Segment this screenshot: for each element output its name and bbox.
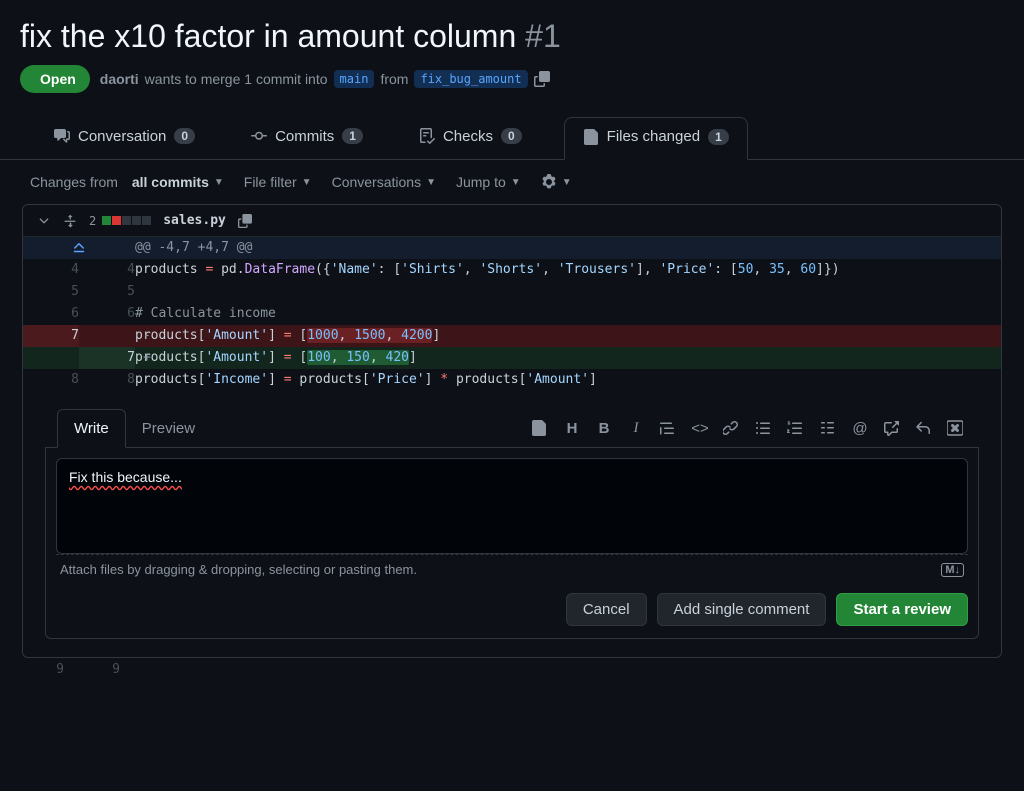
copy-path-icon[interactable]: [238, 214, 252, 228]
pr-number: #1: [525, 18, 561, 54]
write-tab[interactable]: Write: [57, 409, 126, 448]
copy-icon[interactable]: [534, 71, 550, 87]
file-name[interactable]: sales.py: [163, 213, 226, 228]
markdown-toolbar: H B I <> @: [531, 420, 979, 437]
unfold-icon[interactable]: [63, 214, 77, 228]
markdown-badge-icon[interactable]: M↓: [941, 563, 964, 577]
pr-state-badge: Open: [20, 65, 90, 93]
preview-tab[interactable]: Preview: [126, 410, 211, 447]
unordered-list-icon[interactable]: [755, 420, 773, 437]
add-single-comment-button[interactable]: Add single comment: [657, 593, 827, 626]
pr-author[interactable]: daorti: [100, 71, 139, 87]
quote-icon[interactable]: [659, 420, 677, 437]
reply-icon[interactable]: [915, 420, 933, 437]
changes-from-menu[interactable]: Changes from all commits▼: [30, 174, 224, 190]
diff-file: 2 sales.py @@ -4,7 +4,7 @@ 44products = …: [22, 204, 1002, 658]
code-line[interactable]: products['Income'] = products['Price'] *…: [135, 369, 1001, 391]
tab-files-changed[interactable]: Files changed 1: [564, 117, 748, 160]
code-icon[interactable]: <>: [691, 420, 709, 437]
pr-tabs: Conversation 0 Commits 1 Checks 0 Files …: [0, 93, 1024, 160]
gear-icon: [541, 174, 557, 190]
code-line[interactable]: # Calculate income: [135, 303, 1001, 325]
code-line[interactable]: [135, 281, 1001, 303]
head-branch[interactable]: fix_bug_amount: [414, 70, 527, 88]
trailing-line-numbers: 99: [22, 662, 1002, 677]
heading-icon[interactable]: H: [563, 420, 581, 437]
jump-to-menu[interactable]: Jump to▼: [456, 174, 521, 190]
tab-conversation[interactable]: Conversation 0: [40, 118, 209, 159]
code-line[interactable]: products = pd.DataFrame({'Name': ['Shirt…: [135, 259, 1001, 281]
cancel-button[interactable]: Cancel: [566, 593, 647, 626]
settings-menu[interactable]: ▼: [541, 174, 572, 190]
attach-hint[interactable]: Attach files by dragging & dropping, sel…: [56, 554, 968, 579]
tab-checks[interactable]: Checks 0: [405, 118, 536, 159]
diff-toolbar: Changes from all commits▼ File filter▼ C…: [0, 160, 1024, 204]
comment-textarea[interactable]: Fix this because...: [56, 458, 968, 554]
diff-ignored-icon[interactable]: [947, 420, 965, 437]
ordered-list-icon[interactable]: [787, 420, 805, 437]
file-filter-menu[interactable]: File filter▼: [244, 174, 312, 190]
git-commit-icon: [251, 128, 267, 144]
code-line-added[interactable]: +products['Amount'] = [100, 150, 420]: [135, 347, 1001, 369]
mention-icon[interactable]: @: [851, 420, 869, 437]
suggestion-icon[interactable]: [531, 420, 549, 437]
checklist-icon: [419, 128, 435, 144]
chevron-down-icon[interactable]: [37, 214, 51, 228]
pr-description: daorti wants to merge 1 commit into main…: [100, 70, 550, 88]
code-line-deleted[interactable]: -products['Amount'] = [1000, 1500, 4200]: [135, 325, 1001, 347]
expand-up-icon[interactable]: [71, 240, 87, 256]
diff-table: @@ -4,7 +4,7 @@ 44products = pd.DataFram…: [23, 237, 1001, 391]
comment-discussion-icon: [54, 128, 70, 144]
link-icon[interactable]: [723, 420, 741, 437]
inline-comment-form: Write Preview H B I <> @ Fix this becaus…: [45, 409, 979, 639]
pr-title-text: fix the x10 factor in amount column: [20, 18, 516, 54]
diffstat: 2: [89, 214, 151, 228]
cross-reference-icon[interactable]: [883, 420, 901, 437]
italic-icon[interactable]: I: [627, 420, 645, 437]
file-header[interactable]: 2 sales.py: [23, 205, 1001, 237]
start-review-button[interactable]: Start a review: [836, 593, 968, 626]
tab-commits[interactable]: Commits 1: [237, 118, 377, 159]
bold-icon[interactable]: B: [595, 420, 613, 437]
pr-state-text: Open: [40, 71, 76, 87]
pr-title: fix the x10 factor in amount column #1: [20, 18, 1004, 55]
file-diff-icon: [583, 129, 599, 145]
task-list-icon[interactable]: [819, 420, 837, 437]
conversations-menu[interactable]: Conversations▼: [332, 174, 436, 190]
base-branch[interactable]: main: [334, 70, 375, 88]
hunk-header[interactable]: @@ -4,7 +4,7 @@: [23, 237, 1001, 259]
